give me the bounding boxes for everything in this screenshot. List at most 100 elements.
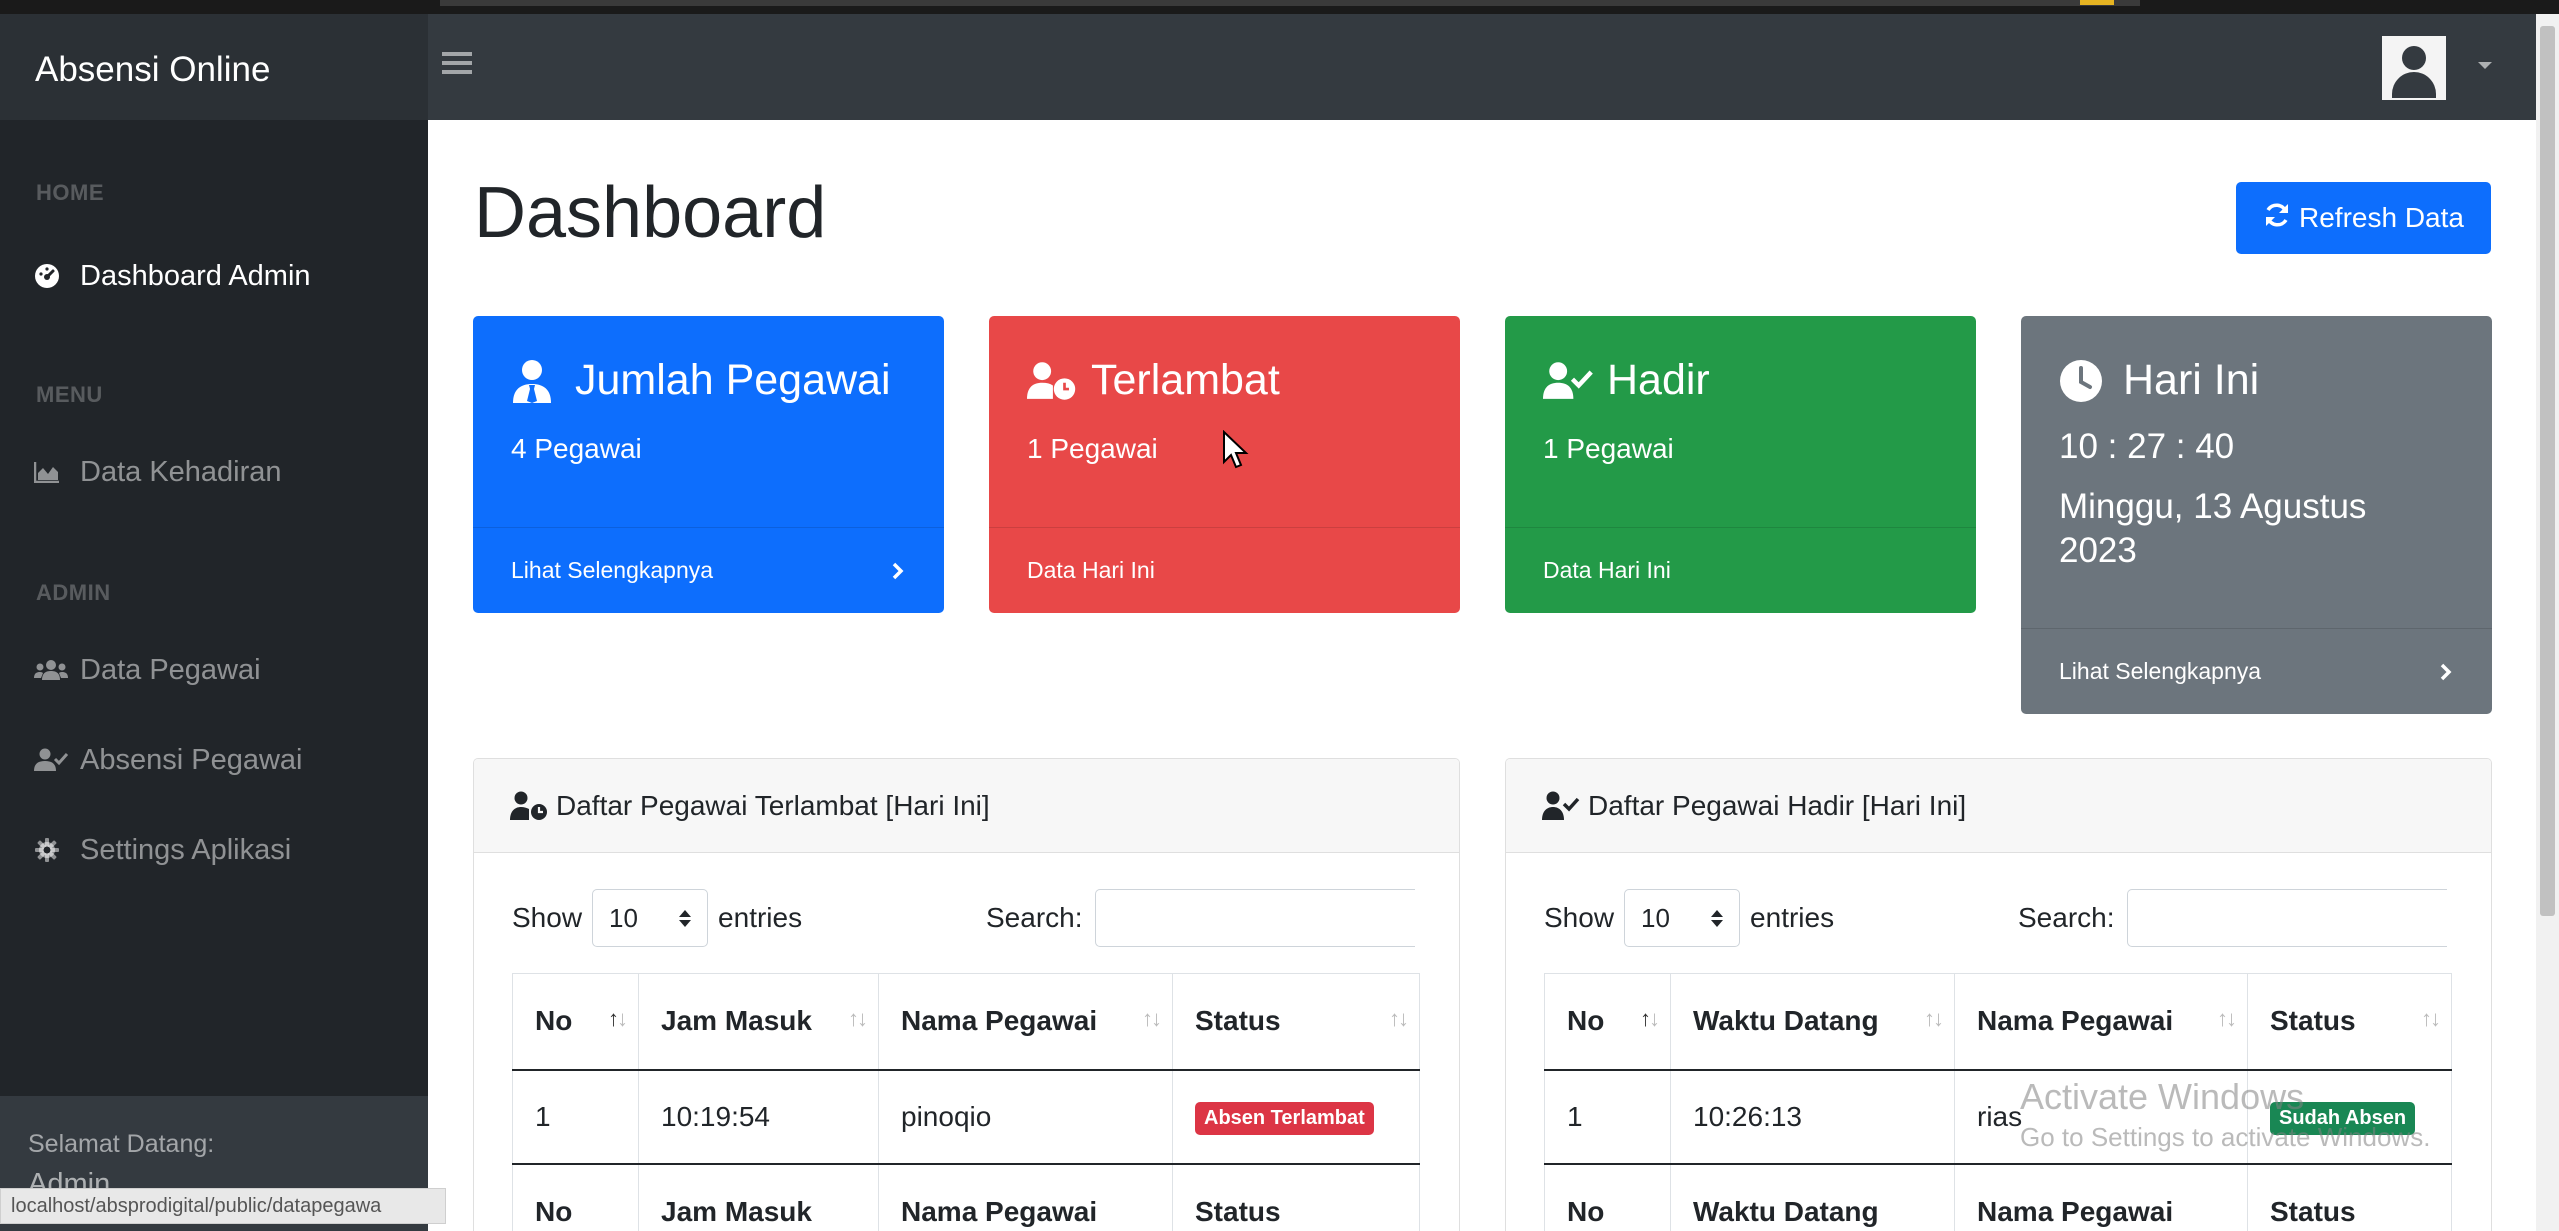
gauge-icon: [34, 261, 70, 291]
panel-title: Daftar Pegawai Terlambat [Hari Ini]: [556, 789, 990, 821]
greeting-label: Selamat Datang:: [28, 1130, 215, 1158]
current-time: 10 : 27 : 40: [2059, 427, 2235, 466]
panel-present-employees: Daftar Pegawai Hadir [Hari Ini] Show 10 …: [1505, 758, 2492, 1231]
sidebar-item-data-kehadiran[interactable]: Data Kehadiran: [34, 450, 282, 494]
search-control: Search:: [2018, 889, 2447, 947]
user-clock-icon: [510, 790, 552, 822]
cell-time: 10:19:54: [638, 1069, 879, 1164]
brand-title[interactable]: Absensi Online: [35, 50, 270, 90]
search-control: Search:: [986, 889, 1415, 947]
footer-header-status: Status: [1172, 1162, 1420, 1231]
card-title: Jumlah Pegawai: [575, 356, 891, 404]
sidebar-item-settings-aplikasi[interactable]: Settings Aplikasi: [34, 828, 291, 872]
column-header-waktu-datang[interactable]: Waktu Datang ↑↓: [1670, 973, 1955, 1071]
scrollbar-thumb[interactable]: [2540, 26, 2555, 916]
entries-control: Show 10 entries: [1544, 889, 1834, 947]
card-footer-link[interactable]: Lihat Selengkapnya: [473, 527, 944, 613]
cell-name: pinoqio: [878, 1069, 1173, 1164]
select-arrows-icon: [679, 909, 692, 927]
footer-header-nama-pegawai: Nama Pegawai: [1954, 1162, 2248, 1231]
card-footer-label: Data Hari Ini: [1543, 557, 1671, 583]
cell-time: 10:26:13: [1670, 1069, 1955, 1164]
entries-label: entries: [1750, 902, 1835, 933]
search-input[interactable]: [1094, 889, 1415, 947]
sidebar-item-dashboard-admin[interactable]: Dashboard Admin: [34, 254, 311, 298]
user-dropdown-caret-icon[interactable]: [2478, 62, 2492, 69]
user-tie-icon: [511, 358, 561, 404]
card-hari-ini: Hari Ini 10 : 27 : 40 Minggu, 13 Agustus…: [2021, 316, 2492, 714]
entries-value: 10: [1641, 902, 1670, 933]
column-header-jam-masuk[interactable]: Jam Masuk ↑↓: [638, 973, 879, 1071]
sidebar-toggle-button[interactable]: [442, 52, 472, 78]
card-footer-label: Lihat Selengkapnya: [511, 557, 714, 583]
sidebar-item-label: Absensi Pegawai: [80, 743, 303, 776]
sidebar: HOME Dashboard Admin MENU Data Kehadiran…: [0, 120, 428, 1231]
current-date: Minggu, 13 Agustus 2023: [2059, 487, 2367, 570]
select-arrows-icon: [1711, 909, 1724, 927]
page-scrollbar[interactable]: [2536, 14, 2559, 1231]
late-employees-table: No ↑↓ Jam Masuk ↑↓ Nama Pegawai ↑↓ Status ↑↓…: [512, 973, 1420, 1231]
windows-activation-watermark: Activate Windows Go to Settings to activ…: [2020, 1076, 2430, 1153]
user-avatar-icon[interactable]: [2382, 36, 2446, 100]
entries-select[interactable]: 10: [1624, 889, 1741, 947]
panel-late-employees: Daftar Pegawai Terlambat [Hari Ini] Show…: [473, 758, 1460, 1231]
gear-icon: [34, 835, 70, 865]
browser-status-url: localhost/absprodigital/public/datapegaw…: [0, 1188, 446, 1224]
entries-select[interactable]: 10: [592, 889, 709, 947]
card-footer-link[interactable]: Data Hari Ini: [1505, 527, 1976, 613]
top-navbar: Absensi Online: [0, 14, 2536, 120]
column-header-nama-pegawai[interactable]: Nama Pegawai ↑↓: [878, 973, 1173, 1071]
sidebar-heading-menu: MENU: [36, 382, 103, 407]
page-title: Dashboard: [474, 173, 827, 253]
card-value: 1 Pegawai: [1543, 433, 1674, 464]
column-header-status[interactable]: Status ↑↓: [2247, 973, 2452, 1071]
column-header-status[interactable]: Status ↑↓: [1172, 973, 1420, 1071]
table-row: 1 10:19:54 pinoqio Absen Terlambat: [512, 1069, 1420, 1164]
search-input[interactable]: [2126, 889, 2447, 947]
sidebar-item-label: Settings Aplikasi: [80, 833, 292, 866]
footer-header-waktu-datang: Waktu Datang: [1670, 1162, 1955, 1231]
footer-header-nama-pegawai: Nama Pegawai: [878, 1162, 1173, 1231]
card-footer-link[interactable]: Lihat Selengkapnya: [2021, 628, 2492, 714]
column-header-no[interactable]: No ↑↓: [1544, 973, 1671, 1071]
card-title: Hari Ini: [2123, 356, 2260, 404]
cell-status: Absen Terlambat: [1172, 1069, 1420, 1164]
card-hadir: Hadir 1 Pegawai Data Hari Ini: [1505, 316, 1976, 613]
show-label: Show: [1544, 902, 1615, 933]
status-badge: Absen Terlambat: [1195, 1101, 1374, 1135]
panel-header: Daftar Pegawai Terlambat [Hari Ini]: [474, 759, 1459, 853]
sidebar-item-data-pegawai[interactable]: Data Pegawai: [34, 648, 261, 692]
panel-header: Daftar Pegawai Hadir [Hari Ini]: [1506, 759, 2491, 853]
sidebar-heading-admin: ADMIN: [36, 580, 111, 605]
footer-header-jam-masuk: Jam Masuk: [638, 1162, 879, 1231]
users-icon: [34, 655, 70, 685]
card-title: Hadir: [1607, 356, 1710, 404]
column-header-no[interactable]: No ↑↓: [512, 973, 639, 1071]
clock-icon: [2059, 358, 2109, 404]
search-label: Search:: [986, 902, 1083, 933]
sidebar-item-label: Data Pegawai: [80, 653, 261, 686]
watermark-line-1: Activate Windows: [2020, 1076, 2305, 1117]
browser-chrome-strip: [0, 0, 2559, 14]
watermark-line-2: Go to Settings to activate Windows.: [2020, 1122, 2431, 1152]
card-footer-label: Lihat Selengkapnya: [2059, 658, 2262, 684]
sidebar-item-absensi-pegawai[interactable]: Absensi Pegawai: [34, 738, 302, 782]
main-content: Dashboard Refresh Data Jumlah Pegawai 4 …: [428, 120, 2536, 1231]
card-footer-link[interactable]: Data Hari Ini: [989, 527, 1460, 613]
column-header-nama-pegawai[interactable]: Nama Pegawai ↑↓: [1954, 973, 2248, 1071]
user-clock-icon: [1027, 358, 1077, 404]
search-label: Search:: [2018, 902, 2115, 933]
refresh-button-label: Refresh Data: [2299, 202, 2464, 233]
footer-header-no: No: [1544, 1162, 1671, 1231]
cell-no: 1: [512, 1069, 639, 1164]
area-chart-icon: [34, 457, 70, 487]
brand-area: Absensi Online: [0, 14, 428, 120]
cell-no: 1: [1544, 1069, 1671, 1164]
mouse-cursor-icon: [1223, 430, 1249, 469]
panel-title: Daftar Pegawai Hadir [Hari Ini]: [1588, 789, 1967, 821]
card-title: Terlambat: [1091, 356, 1280, 404]
footer-header-no: No: [512, 1162, 639, 1231]
refresh-data-button[interactable]: Refresh Data: [2236, 182, 2491, 254]
user-check-icon: [1542, 790, 1584, 822]
card-footer-label: Data Hari Ini: [1027, 557, 1155, 583]
